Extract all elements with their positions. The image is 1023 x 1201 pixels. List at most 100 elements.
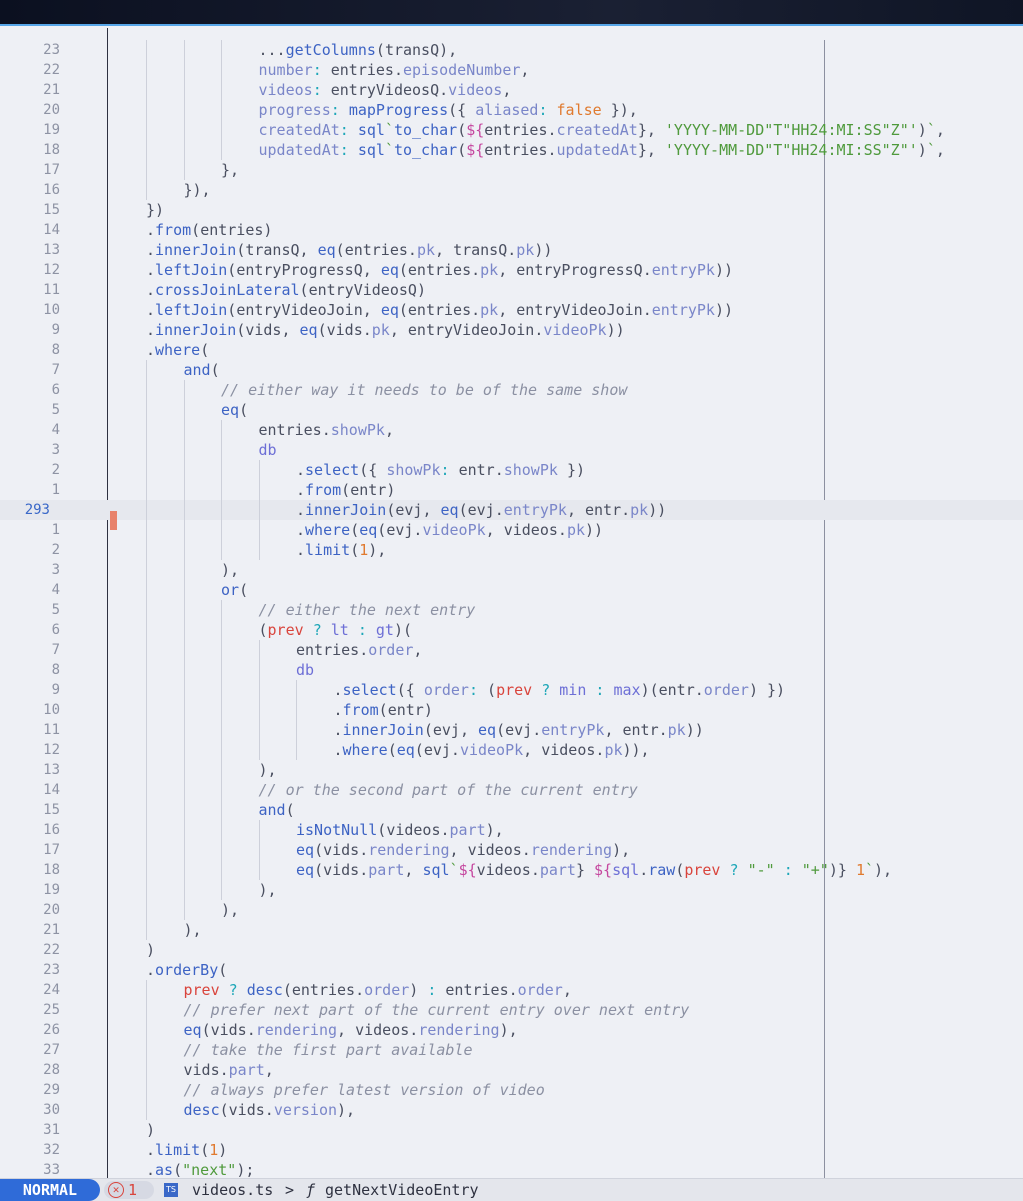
code-line[interactable]: 11 .crossJoinLateral(entryVideosQ) (0, 280, 1023, 300)
code-text[interactable]: // take the first part available (184, 1040, 473, 1060)
code-text[interactable]: eq(vids.part, sql`${videos.part} ${sql.r… (296, 860, 892, 880)
code-line[interactable]: 22 number: entries.episodeNumber, (0, 60, 1023, 80)
code-text[interactable]: }), (184, 180, 211, 200)
code-line[interactable]: 21 videos: entryVideosQ.videos, (0, 80, 1023, 100)
code-editor[interactable]: 23 ...getColumns(transQ), 22 number: entrie… (0, 28, 1023, 1178)
code-text[interactable]: .from(entr) (334, 700, 433, 720)
code-line[interactable]: 22) (0, 940, 1023, 960)
code-text[interactable]: ), (184, 920, 202, 940)
code-text[interactable]: }) (146, 200, 164, 220)
code-line[interactable]: 1 .where(eq(evj.videoPk, videos.pk)) (0, 520, 1023, 540)
code-text[interactable]: .limit(1) (146, 1140, 227, 1160)
code-text[interactable]: .select({ showPk: entr.showPk }) (296, 460, 585, 480)
code-line[interactable]: 19), (0, 880, 1023, 900)
code-text[interactable]: .where(eq(evj.videoPk, videos.pk)) (296, 520, 603, 540)
code-line[interactable]: 2 .select({ showPk: entr.showPk }) (0, 460, 1023, 480)
code-text[interactable]: and( (184, 360, 220, 380)
breadcrumb-function[interactable]: getNextVideoEntry (325, 1179, 479, 1201)
code-line[interactable]: 23 .orderBy( (0, 960, 1023, 980)
code-line[interactable]: 14 // or the second part of the current e… (0, 780, 1023, 800)
code-text[interactable]: isNotNull(videos.part), (296, 820, 504, 840)
code-line[interactable]: 24 prev ? desc(entries.order) : entries.o… (0, 980, 1023, 1000)
code-line[interactable]: 26 eq(vids.rendering, videos.rendering), (0, 1020, 1023, 1040)
code-line[interactable]: 11 .innerJoin(evj, eq(evj.entryPk, entr.p… (0, 720, 1023, 740)
code-line[interactable]: 27 // take the first part available (0, 1040, 1023, 1060)
code-line[interactable]: 3), (0, 560, 1023, 580)
code-text[interactable]: ) (146, 940, 155, 960)
code-text[interactable]: vids.part, (184, 1060, 274, 1080)
code-text[interactable]: // either way it needs to be of the same… (221, 380, 627, 400)
code-text[interactable]: ...getColumns(transQ), (259, 40, 458, 60)
code-text[interactable]: entries.order, (296, 640, 422, 660)
code-line[interactable]: 20 progress: mapProgress({ aliased: false… (0, 100, 1023, 120)
code-text[interactable]: prev ? desc(entries.order) : entries.ord… (184, 980, 572, 1000)
code-text[interactable]: // or the second part of the current ent… (259, 780, 638, 800)
code-line[interactable]: 10 .from(entr) (0, 700, 1023, 720)
code-line[interactable]: 15 and( (0, 800, 1023, 820)
code-text[interactable]: entries.showPk, (259, 420, 394, 440)
code-text[interactable]: .select({ order: (prev ? min : max)(entr… (334, 680, 786, 700)
code-line[interactable]: 28 vids.part, (0, 1060, 1023, 1080)
code-text[interactable]: ), (259, 760, 277, 780)
code-text[interactable]: or( (221, 580, 248, 600)
code-line[interactable]: 12 .where(eq(evj.videoPk, videos.pk)), (0, 740, 1023, 760)
code-line[interactable]: 13), (0, 760, 1023, 780)
code-line[interactable]: 23 ...getColumns(transQ), (0, 40, 1023, 60)
code-line[interactable]: 7 and( (0, 360, 1023, 380)
code-line[interactable]: 13 .innerJoin(transQ, eq(entries.pk, tran… (0, 240, 1023, 260)
code-text[interactable]: and( (259, 800, 295, 820)
code-line[interactable]: 5 eq( (0, 400, 1023, 420)
code-text[interactable]: }, (221, 160, 239, 180)
code-line[interactable]: 21), (0, 920, 1023, 940)
code-line[interactable]: 32 .limit(1) (0, 1140, 1023, 1160)
code-text[interactable]: ) (146, 1120, 155, 1140)
code-line[interactable]: 9 .select({ order: (prev ? min : max)(ent… (0, 680, 1023, 700)
code-line[interactable]: 16}), (0, 180, 1023, 200)
code-text[interactable]: videos: entryVideosQ.videos, (259, 80, 512, 100)
code-line[interactable]: 8 db (0, 660, 1023, 680)
code-text[interactable]: (prev ? lt : gt)( (259, 620, 413, 640)
code-line[interactable]: 4 or( (0, 580, 1023, 600)
code-text[interactable]: .as("next"); (146, 1160, 254, 1178)
code-line[interactable]: 3 db (0, 440, 1023, 460)
code-line[interactable]: 31) (0, 1120, 1023, 1140)
code-text[interactable]: number: entries.episodeNumber, (259, 60, 530, 80)
code-text[interactable]: eq(vids.rendering, videos.rendering), (296, 840, 630, 860)
code-text[interactable]: eq(vids.rendering, videos.rendering), (184, 1020, 518, 1040)
code-text[interactable]: .limit(1), (296, 540, 386, 560)
code-text[interactable]: eq( (221, 400, 248, 420)
code-text[interactable]: updatedAt: sql`to_char(${entries.updated… (259, 140, 945, 160)
code-text[interactable]: .innerJoin(evj, eq(evj.entryPk, entr.pk)… (296, 500, 666, 520)
code-text[interactable]: // always prefer latest version of video (184, 1080, 545, 1100)
code-text[interactable]: ), (221, 900, 239, 920)
code-text[interactable]: .orderBy( (146, 960, 227, 980)
file-name[interactable]: videos.ts (192, 1179, 273, 1201)
code-line[interactable]: 19 createdAt: sql`to_char(${entries.creat… (0, 120, 1023, 140)
code-text[interactable]: .innerJoin(vids, eq(vids.pk, entryVideoJ… (146, 320, 625, 340)
code-text[interactable]: .where( (146, 340, 209, 360)
code-line[interactable]: 18 updatedAt: sql`to_char(${entries.updat… (0, 140, 1023, 160)
code-line[interactable]: 8 .where( (0, 340, 1023, 360)
code-line[interactable]: 12 .leftJoin(entryProgressQ, eq(entries.p… (0, 260, 1023, 280)
code-line[interactable]: 33 .as("next"); (0, 1160, 1023, 1178)
code-text[interactable]: // prefer next part of the current entry… (184, 1000, 690, 1020)
code-line[interactable]: 20), (0, 900, 1023, 920)
code-line[interactable]: 18 eq(vids.part, sql`${videos.part} ${sql… (0, 860, 1023, 880)
code-line[interactable]: 25 // prefer next part of the current ent… (0, 1000, 1023, 1020)
code-line[interactable]: 30 desc(vids.version), (0, 1100, 1023, 1120)
code-line[interactable]: 1 .from(entr) (0, 480, 1023, 500)
code-text[interactable]: .leftJoin(entryProgressQ, eq(entries.pk,… (146, 260, 733, 280)
code-text[interactable]: createdAt: sql`to_char(${entries.created… (259, 120, 945, 140)
code-text[interactable]: .from(entr) (296, 480, 395, 500)
code-line[interactable]: 15}) (0, 200, 1023, 220)
code-text[interactable]: desc(vids.version), (184, 1100, 356, 1120)
code-text[interactable]: .innerJoin(transQ, eq(entries.pk, transQ… (146, 240, 552, 260)
code-line[interactable]: 7 entries.order, (0, 640, 1023, 660)
code-line[interactable]: 17}, (0, 160, 1023, 180)
code-text[interactable]: progress: mapProgress({ aliased: false }… (259, 100, 638, 120)
code-line[interactable]: 9 .innerJoin(vids, eq(vids.pk, entryVideo… (0, 320, 1023, 340)
code-line[interactable]: 16 isNotNull(videos.part), (0, 820, 1023, 840)
code-text[interactable]: db (259, 440, 277, 460)
code-line[interactable]: 6 (prev ? lt : gt)( (0, 620, 1023, 640)
code-line[interactable]: 29 // always prefer latest version of vid… (0, 1080, 1023, 1100)
